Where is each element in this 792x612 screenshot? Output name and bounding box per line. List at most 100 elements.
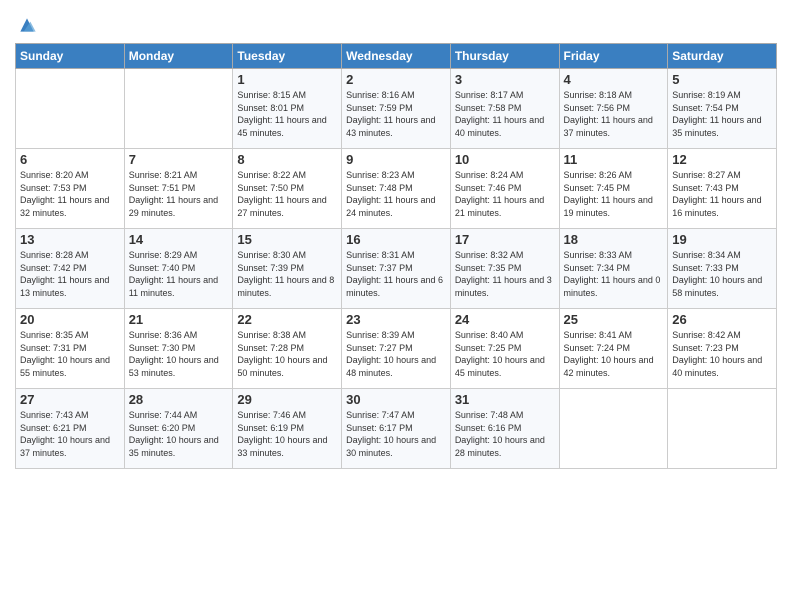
header-cell-sunday: Sunday bbox=[16, 44, 125, 69]
header-cell-tuesday: Tuesday bbox=[233, 44, 342, 69]
day-cell: 21 Sunrise: 8:36 AM Sunset: 7:30 PM Dayli… bbox=[124, 309, 233, 389]
day-cell: 27 Sunrise: 7:43 AM Sunset: 6:21 PM Dayli… bbox=[16, 389, 125, 469]
day-cell: 29Sunrise: 7:46 AM Sunset: 6:19 PM Dayli… bbox=[233, 389, 342, 469]
day-cell: 2 Sunrise: 8:16 AM Sunset: 7:59 PM Daylig… bbox=[342, 69, 451, 149]
day-number: 14 bbox=[129, 232, 229, 247]
day-cell: 7 Sunrise: 8:21 AM Sunset: 7:51 PM Daylig… bbox=[124, 149, 233, 229]
day-number: 20 bbox=[20, 312, 120, 327]
day-info: Sunrise: 8:33 AM Sunset: 7:34 PM Dayligh… bbox=[564, 249, 664, 299]
day-cell: 25 Sunrise: 8:41 AM Sunset: 7:24 PM Dayli… bbox=[559, 309, 668, 389]
day-info: Sunrise: 8:30 AM Sunset: 7:39 PM Dayligh… bbox=[237, 249, 337, 299]
day-number: 11 bbox=[564, 152, 664, 167]
day-cell: 20 Sunrise: 8:35 AM Sunset: 7:31 PM Dayli… bbox=[16, 309, 125, 389]
day-info: Sunrise: 8:41 AM Sunset: 7:24 PM Dayligh… bbox=[564, 329, 664, 379]
day-number: 23 bbox=[346, 312, 446, 327]
day-cell: 22 Sunrise: 8:38 AM Sunset: 7:28 PM Dayli… bbox=[233, 309, 342, 389]
day-info: Sunrise: 8:27 AM Sunset: 7:43 PM Dayligh… bbox=[672, 169, 772, 219]
day-cell bbox=[124, 69, 233, 149]
day-cell: 4 Sunrise: 8:18 AM Sunset: 7:56 PM Daylig… bbox=[559, 69, 668, 149]
day-cell: 13 Sunrise: 8:28 AM Sunset: 7:42 PM Dayli… bbox=[16, 229, 125, 309]
day-info: Sunrise: 8:28 AM Sunset: 7:42 PM Dayligh… bbox=[20, 249, 120, 299]
day-cell bbox=[559, 389, 668, 469]
page: SundayMondayTuesdayWednesdayThursdayFrid… bbox=[0, 0, 792, 484]
day-cell: 24 Sunrise: 8:40 AM Sunset: 7:25 PM Dayli… bbox=[450, 309, 559, 389]
day-cell: 26 Sunrise: 8:42 AM Sunset: 7:23 PM Dayli… bbox=[668, 309, 777, 389]
day-cell: 18 Sunrise: 8:33 AM Sunset: 7:34 PM Dayli… bbox=[559, 229, 668, 309]
day-info: Sunrise: 8:29 AM Sunset: 7:40 PM Dayligh… bbox=[129, 249, 229, 299]
day-cell: 12 Sunrise: 8:27 AM Sunset: 7:43 PM Dayli… bbox=[668, 149, 777, 229]
week-row-4: 20 Sunrise: 8:35 AM Sunset: 7:31 PM Dayli… bbox=[16, 309, 777, 389]
logo bbox=[15, 15, 37, 35]
day-number: 31 bbox=[455, 392, 555, 407]
day-cell: 1 Sunrise: 8:15 AM Sunset: 8:01 PM Daylig… bbox=[233, 69, 342, 149]
day-number: 6 bbox=[20, 152, 120, 167]
day-cell: 8Sunrise: 8:22 AM Sunset: 7:50 PM Daylig… bbox=[233, 149, 342, 229]
week-row-3: 13 Sunrise: 8:28 AM Sunset: 7:42 PM Dayli… bbox=[16, 229, 777, 309]
day-info: Sunrise: 8:16 AM Sunset: 7:59 PM Dayligh… bbox=[346, 89, 446, 139]
day-number: 1 bbox=[237, 72, 337, 87]
day-cell: 3Sunrise: 8:17 AM Sunset: 7:58 PM Daylig… bbox=[450, 69, 559, 149]
day-info: Sunrise: 8:39 AM Sunset: 7:27 PM Dayligh… bbox=[346, 329, 446, 379]
day-info: Sunrise: 7:43 AM Sunset: 6:21 PM Dayligh… bbox=[20, 409, 120, 459]
day-number: 10 bbox=[455, 152, 555, 167]
day-number: 12 bbox=[672, 152, 772, 167]
day-info: Sunrise: 8:23 AM Sunset: 7:48 PM Dayligh… bbox=[346, 169, 446, 219]
header-row: SundayMondayTuesdayWednesdayThursdayFrid… bbox=[16, 44, 777, 69]
day-number: 17 bbox=[455, 232, 555, 247]
logo-icon bbox=[17, 15, 37, 35]
week-row-5: 27 Sunrise: 7:43 AM Sunset: 6:21 PM Dayli… bbox=[16, 389, 777, 469]
header-cell-saturday: Saturday bbox=[668, 44, 777, 69]
day-number: 15 bbox=[237, 232, 337, 247]
day-info: Sunrise: 8:36 AM Sunset: 7:30 PM Dayligh… bbox=[129, 329, 229, 379]
day-cell: 10 Sunrise: 8:24 AM Sunset: 7:46 PM Dayli… bbox=[450, 149, 559, 229]
day-info: Sunrise: 8:24 AM Sunset: 7:46 PM Dayligh… bbox=[455, 169, 555, 219]
day-info: Sunrise: 8:38 AM Sunset: 7:28 PM Dayligh… bbox=[237, 329, 337, 379]
header-cell-friday: Friday bbox=[559, 44, 668, 69]
day-info: Sunrise: 7:48 AM Sunset: 6:16 PM Dayligh… bbox=[455, 409, 555, 459]
calendar-table: SundayMondayTuesdayWednesdayThursdayFrid… bbox=[15, 43, 777, 469]
day-cell bbox=[16, 69, 125, 149]
day-info: Sunrise: 8:31 AM Sunset: 7:37 PM Dayligh… bbox=[346, 249, 446, 299]
day-number: 26 bbox=[672, 312, 772, 327]
day-cell: 31 Sunrise: 7:48 AM Sunset: 6:16 PM Dayli… bbox=[450, 389, 559, 469]
day-number: 8 bbox=[237, 152, 337, 167]
day-cell: 5Sunrise: 8:19 AM Sunset: 7:54 PM Daylig… bbox=[668, 69, 777, 149]
day-cell: 15 Sunrise: 8:30 AM Sunset: 7:39 PM Dayli… bbox=[233, 229, 342, 309]
day-number: 21 bbox=[129, 312, 229, 327]
day-info: Sunrise: 7:44 AM Sunset: 6:20 PM Dayligh… bbox=[129, 409, 229, 459]
day-cell: 28Sunrise: 7:44 AM Sunset: 6:20 PM Dayli… bbox=[124, 389, 233, 469]
day-info: Sunrise: 8:21 AM Sunset: 7:51 PM Dayligh… bbox=[129, 169, 229, 219]
day-number: 29 bbox=[237, 392, 337, 407]
day-cell: 14 Sunrise: 8:29 AM Sunset: 7:40 PM Dayli… bbox=[124, 229, 233, 309]
day-number: 19 bbox=[672, 232, 772, 247]
day-info: Sunrise: 8:18 AM Sunset: 7:56 PM Dayligh… bbox=[564, 89, 664, 139]
day-info: Sunrise: 8:40 AM Sunset: 7:25 PM Dayligh… bbox=[455, 329, 555, 379]
day-number: 22 bbox=[237, 312, 337, 327]
day-info: Sunrise: 8:19 AM Sunset: 7:54 PM Dayligh… bbox=[672, 89, 772, 139]
day-number: 9 bbox=[346, 152, 446, 167]
day-number: 7 bbox=[129, 152, 229, 167]
day-number: 25 bbox=[564, 312, 664, 327]
day-number: 24 bbox=[455, 312, 555, 327]
day-info: Sunrise: 7:47 AM Sunset: 6:17 PM Dayligh… bbox=[346, 409, 446, 459]
day-cell: 16Sunrise: 8:31 AM Sunset: 7:37 PM Dayli… bbox=[342, 229, 451, 309]
day-info: Sunrise: 8:35 AM Sunset: 7:31 PM Dayligh… bbox=[20, 329, 120, 379]
day-number: 13 bbox=[20, 232, 120, 247]
day-info: Sunrise: 8:26 AM Sunset: 7:45 PM Dayligh… bbox=[564, 169, 664, 219]
day-info: Sunrise: 8:17 AM Sunset: 7:58 PM Dayligh… bbox=[455, 89, 555, 139]
day-cell: 23 Sunrise: 8:39 AM Sunset: 7:27 PM Dayli… bbox=[342, 309, 451, 389]
day-cell: 30 Sunrise: 7:47 AM Sunset: 6:17 PM Dayli… bbox=[342, 389, 451, 469]
day-number: 30 bbox=[346, 392, 446, 407]
day-cell: 19Sunrise: 8:34 AM Sunset: 7:33 PM Dayli… bbox=[668, 229, 777, 309]
day-cell: 17Sunrise: 8:32 AM Sunset: 7:35 PM Dayli… bbox=[450, 229, 559, 309]
day-info: Sunrise: 8:42 AM Sunset: 7:23 PM Dayligh… bbox=[672, 329, 772, 379]
day-info: Sunrise: 8:15 AM Sunset: 8:01 PM Dayligh… bbox=[237, 89, 337, 139]
header-cell-monday: Monday bbox=[124, 44, 233, 69]
day-number: 2 bbox=[346, 72, 446, 87]
day-number: 18 bbox=[564, 232, 664, 247]
day-number: 27 bbox=[20, 392, 120, 407]
day-number: 4 bbox=[564, 72, 664, 87]
day-cell bbox=[668, 389, 777, 469]
header-cell-thursday: Thursday bbox=[450, 44, 559, 69]
header bbox=[15, 10, 777, 35]
